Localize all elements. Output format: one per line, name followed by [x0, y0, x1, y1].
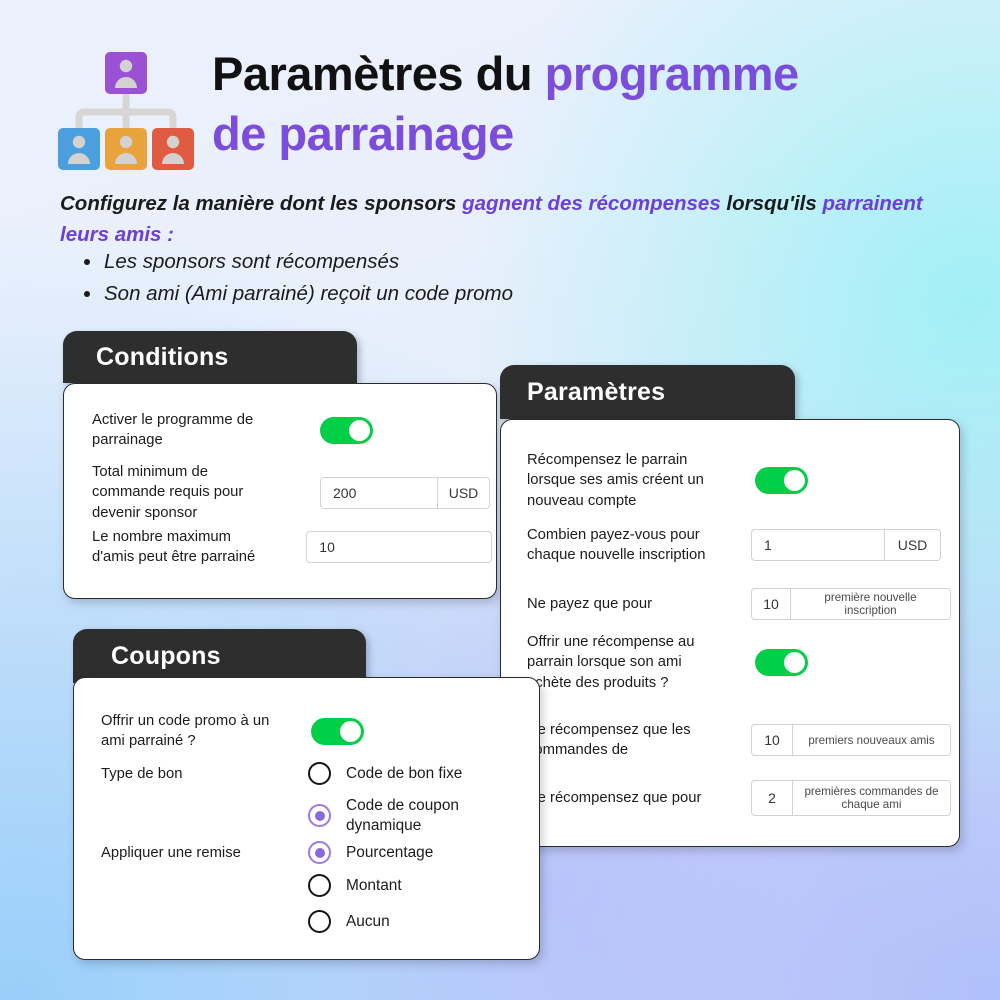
- page-header: Paramètres du programme de parrainage Con…: [0, 0, 1000, 320]
- pay-per-signup-field[interactable]: 1 USD: [751, 529, 941, 562]
- parametres-row-pay-per-signup-label: Combien payez-vous pour chaque nouvelle …: [527, 527, 706, 564]
- parametres-row-only-reward-for-label: Ne récompensez que pour: [527, 789, 702, 806]
- page-title: Paramètres du programme de parrainage: [212, 44, 972, 164]
- parametres-row-only-pay-for: Ne payez que pour 10 première nouvelle i…: [527, 588, 957, 620]
- toggle-knob: [784, 652, 805, 674]
- parametres-card-title: Paramètres: [527, 377, 666, 406]
- conditions-card-title: Conditions: [96, 342, 229, 371]
- parametres-row-pay-per-signup: Combien payez-vous pour chaque nouvelle …: [527, 525, 957, 566]
- parametres-row-reward-on-purchase-label: Offrir une récompense au parrain lorsque…: [527, 634, 695, 691]
- reward-on-signup-toggle[interactable]: [755, 467, 808, 495]
- list-item: Les sponsors sont récompensés: [82, 246, 962, 278]
- toggle-knob: [340, 720, 361, 742]
- radio-option-dynamic-coupon-label: Code de coupon dynamique: [346, 797, 459, 834]
- radio-option-fixed-voucher[interactable]: Code de bon fixe: [308, 762, 462, 785]
- page-title-accent-2: de parrainage: [212, 107, 514, 161]
- offer-promo-code-toggle[interactable]: [311, 717, 364, 745]
- coupons-row-apply-discount-label: Appliquer une remise: [101, 845, 241, 861]
- min-order-total-input[interactable]: 200: [321, 478, 437, 508]
- subtitle-accent-1: gagnent des récompenses: [462, 192, 721, 215]
- parametres-row-reward-on-signup: Récompensez le parrain lorsque ses amis …: [527, 450, 947, 511]
- parametres-row-only-reward-orders-label: Ne récompensez que les commandes de: [527, 722, 691, 759]
- only-reward-orders-input[interactable]: 10: [752, 725, 792, 755]
- only-reward-orders-field[interactable]: 10 premiers nouveaux amis: [751, 724, 951, 757]
- radio-option-percentage[interactable]: Pourcentage: [308, 841, 433, 864]
- parametres-row-reward-on-purchase: Offrir une récompense au parrain lorsque…: [527, 632, 947, 693]
- radio-circle-icon[interactable]: [308, 910, 331, 933]
- conditions-row-min-order-total-label: Total minimum de commande requis pour de…: [92, 464, 244, 521]
- coupons-card-header: Coupons: [73, 629, 366, 683]
- radio-option-percentage-label: Pourcentage: [346, 843, 434, 861]
- coupons-card-title: Coupons: [111, 641, 221, 670]
- conditions-row-max-friends: Le nombre maximum d'amis peut être parra…: [92, 527, 492, 568]
- radio-circle-icon[interactable]: [308, 762, 331, 785]
- radio-option-amount-label: Montant: [346, 876, 402, 894]
- parametres-row-only-reward-orders: Ne récompensez que les commandes de 10 p…: [527, 720, 957, 761]
- toggle-knob: [784, 470, 805, 492]
- radio-option-dynamic-coupon[interactable]: Code de coupon dynamique: [308, 796, 518, 835]
- radio-circle-icon[interactable]: [308, 874, 331, 897]
- page-root: Paramètres du programme de parrainage Con…: [0, 0, 1000, 1000]
- coupons-row-voucher-type-label: Type de bon: [101, 766, 183, 782]
- only-pay-for-field[interactable]: 10 première nouvelle inscription: [751, 588, 951, 620]
- only-pay-for-unit-suffix: première nouvelle inscription: [790, 589, 950, 619]
- conditions-row-enable-program-label: Activer le programme de parrainage: [92, 412, 254, 449]
- max-friends-field[interactable]: 10: [306, 531, 492, 564]
- parametres-card-body: Récompensez le parrain lorsque ses amis …: [500, 419, 960, 847]
- coupons-card-body: Offrir un code promo à un ami parrainé ?…: [73, 677, 540, 960]
- parametres-row-reward-on-signup-label: Récompensez le parrain lorsque ses amis …: [527, 452, 704, 509]
- radio-option-fixed-voucher-label: Code de bon fixe: [346, 764, 463, 782]
- conditions-card-body: Activer le programme de parrainage Total…: [63, 383, 497, 599]
- reward-on-purchase-toggle[interactable]: [755, 649, 808, 677]
- coupons-row-offer-promo-code: Offrir un code promo à un ami parrainé ?: [101, 711, 531, 752]
- radio-circle-icon[interactable]: [308, 804, 331, 828]
- referral-network-icon: [55, 46, 197, 170]
- conditions-card-header: Conditions: [63, 331, 357, 383]
- min-order-total-currency-suffix: USD: [437, 477, 489, 508]
- page-title-plain: Paramètres du: [212, 47, 545, 100]
- coupons-row-offer-promo-code-label: Offrir un code promo à un ami parrainé ?: [101, 713, 270, 750]
- radio-option-none-label: Aucun: [346, 912, 390, 930]
- min-order-total-field[interactable]: 200 USD: [320, 476, 490, 509]
- max-friends-input[interactable]: 10: [307, 532, 491, 562]
- radio-circle-icon[interactable]: [308, 841, 331, 864]
- page-title-accent-1: programme: [544, 47, 800, 100]
- radio-option-none[interactable]: Aucun: [308, 910, 390, 933]
- conditions-row-enable-program: Activer le programme de parrainage: [92, 410, 482, 451]
- only-reward-for-field[interactable]: 2 premières commandes de chaque ami: [751, 780, 951, 816]
- parametres-row-only-pay-for-label: Ne payez que pour: [527, 595, 653, 612]
- pay-per-signup-currency-suffix: USD: [884, 530, 940, 561]
- header-bullet-list: Les sponsors sont récompensés Son ami (A…: [82, 246, 962, 310]
- toggle-knob: [349, 419, 370, 441]
- only-reward-for-unit-suffix: premières commandes de chaque ami: [792, 781, 950, 815]
- subtitle-part-2: lorsqu'ils: [720, 192, 823, 215]
- radio-option-amount[interactable]: Montant: [308, 874, 402, 897]
- only-reward-orders-unit-suffix: premiers nouveaux amis: [792, 725, 950, 756]
- coupons-row-apply-discount: Appliquer une remise: [101, 843, 321, 863]
- only-pay-for-input[interactable]: 10: [752, 589, 790, 619]
- parametres-row-only-reward-for: Ne récompensez que pour 2 premières comm…: [527, 780, 957, 816]
- enable-referral-program-toggle[interactable]: [320, 416, 373, 444]
- list-item: Son ami (Ami parrainé) reçoit un code pr…: [82, 278, 962, 310]
- page-subtitle: Configurez la manière dont les sponsors …: [60, 188, 940, 250]
- conditions-row-max-friends-label: Le nombre maximum d'amis peut être parra…: [92, 529, 256, 566]
- only-reward-for-input[interactable]: 2: [752, 781, 792, 815]
- pay-per-signup-input[interactable]: 1: [752, 530, 884, 560]
- subtitle-part-3: :: [161, 223, 174, 247]
- subtitle-part-1: Configurez la manière dont les sponsors: [60, 192, 463, 215]
- conditions-row-min-order-total: Total minimum de commande requis pour de…: [92, 462, 492, 523]
- parametres-card-header: Paramètres: [500, 365, 795, 419]
- coupons-row-voucher-type: Type de bon: [101, 764, 301, 784]
